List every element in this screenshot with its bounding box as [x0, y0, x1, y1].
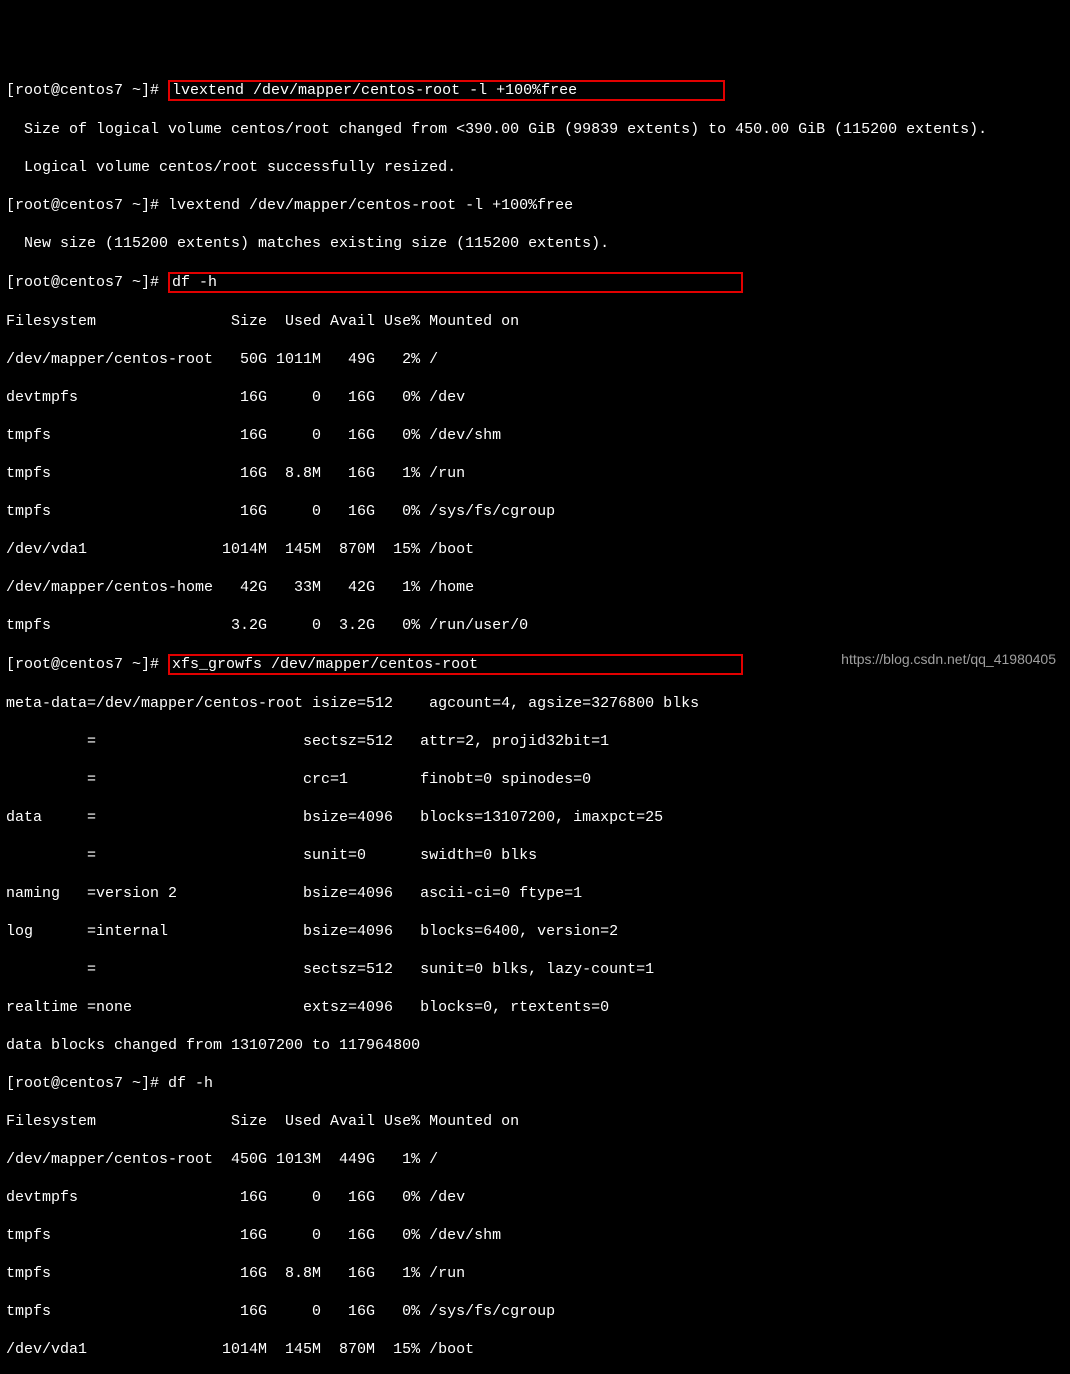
shell-prompt: [root@centos7 ~]#: [6, 274, 168, 291]
highlight-cmd-xfs-growfs: xfs_growfs /dev/mapper/centos-root: [168, 654, 743, 675]
command-text: df -h: [172, 274, 217, 291]
df-header: Filesystem Size Used Avail Use% Mounted …: [6, 1112, 1064, 1131]
df-row: /dev/vda1 1014M 145M 870M 15% /boot: [6, 540, 1064, 559]
shell-prompt: [root@centos7 ~]#: [6, 656, 168, 673]
df-row: tmpfs 16G 0 16G 0% /dev/shm: [6, 1226, 1064, 1245]
watermark-text: https://blog.csdn.net/qq_41980405: [841, 650, 1056, 669]
df-header: Filesystem Size Used Avail Use% Mounted …: [6, 312, 1064, 331]
command-text: xfs_growfs /dev/mapper/centos-root: [172, 656, 478, 673]
shell-prompt: [root@centos7 ~]#: [6, 82, 168, 99]
terminal-line: [root@centos7 ~]# df -h: [6, 272, 1064, 293]
df-row: tmpfs 16G 8.8M 16G 1% /run: [6, 464, 1064, 483]
command-text: df -h: [168, 1075, 213, 1092]
highlight-cmd-df-1: df -h: [168, 272, 743, 293]
terminal-output: Size of logical volume centos/root chang…: [6, 120, 1064, 139]
df-row: /dev/mapper/centos-root 50G 1011M 49G 2%…: [6, 350, 1064, 369]
df-row: tmpfs 3.2G 0 3.2G 0% /run/user/0: [6, 616, 1064, 635]
xfs-output: meta-data=/dev/mapper/centos-root isize=…: [6, 694, 1064, 713]
df-row: tmpfs 16G 0 16G 0% /sys/fs/cgroup: [6, 1302, 1064, 1321]
shell-prompt: [root@centos7 ~]#: [6, 1075, 168, 1092]
shell-prompt: [root@centos7 ~]#: [6, 197, 168, 214]
highlight-cmd-lvextend-1: lvextend /dev/mapper/centos-root -l +100…: [168, 80, 725, 101]
xfs-output: data blocks changed from 13107200 to 117…: [6, 1036, 1064, 1055]
xfs-output: realtime =none extsz=4096 blocks=0, rtex…: [6, 998, 1064, 1017]
command-text: lvextend /dev/mapper/centos-root -l +100…: [168, 197, 573, 214]
terminal-line: [root@centos7 ~]# df -h: [6, 1074, 1064, 1093]
xfs-output: naming =version 2 bsize=4096 ascii-ci=0 …: [6, 884, 1064, 903]
terminal-line: [root@centos7 ~]# lvextend /dev/mapper/c…: [6, 80, 1064, 101]
terminal-output: New size (115200 extents) matches existi…: [6, 234, 1064, 253]
df-row: tmpfs 16G 0 16G 0% /sys/fs/cgroup: [6, 502, 1064, 521]
df-row: /dev/mapper/centos-root 450G 1013M 449G …: [6, 1150, 1064, 1169]
xfs-output: data = bsize=4096 blocks=13107200, imaxp…: [6, 808, 1064, 827]
df-row: /dev/vda1 1014M 145M 870M 15% /boot: [6, 1340, 1064, 1359]
df-row: /dev/mapper/centos-home 42G 33M 42G 1% /…: [6, 578, 1064, 597]
df-row: devtmpfs 16G 0 16G 0% /dev: [6, 1188, 1064, 1207]
df-row: tmpfs 16G 8.8M 16G 1% /run: [6, 1264, 1064, 1283]
xfs-output: log =internal bsize=4096 blocks=6400, ve…: [6, 922, 1064, 941]
command-text: lvextend /dev/mapper/centos-root -l +100…: [172, 82, 577, 99]
xfs-output: = sectsz=512 attr=2, projid32bit=1: [6, 732, 1064, 751]
terminal-line: [root@centos7 ~]# lvextend /dev/mapper/c…: [6, 196, 1064, 215]
xfs-output: = sunit=0 swidth=0 blks: [6, 846, 1064, 865]
terminal-output: Logical volume centos/root successfully …: [6, 158, 1064, 177]
xfs-output: = sectsz=512 sunit=0 blks, lazy-count=1: [6, 960, 1064, 979]
df-row: tmpfs 16G 0 16G 0% /dev/shm: [6, 426, 1064, 445]
df-row: devtmpfs 16G 0 16G 0% /dev: [6, 388, 1064, 407]
xfs-output: = crc=1 finobt=0 spinodes=0: [6, 770, 1064, 789]
